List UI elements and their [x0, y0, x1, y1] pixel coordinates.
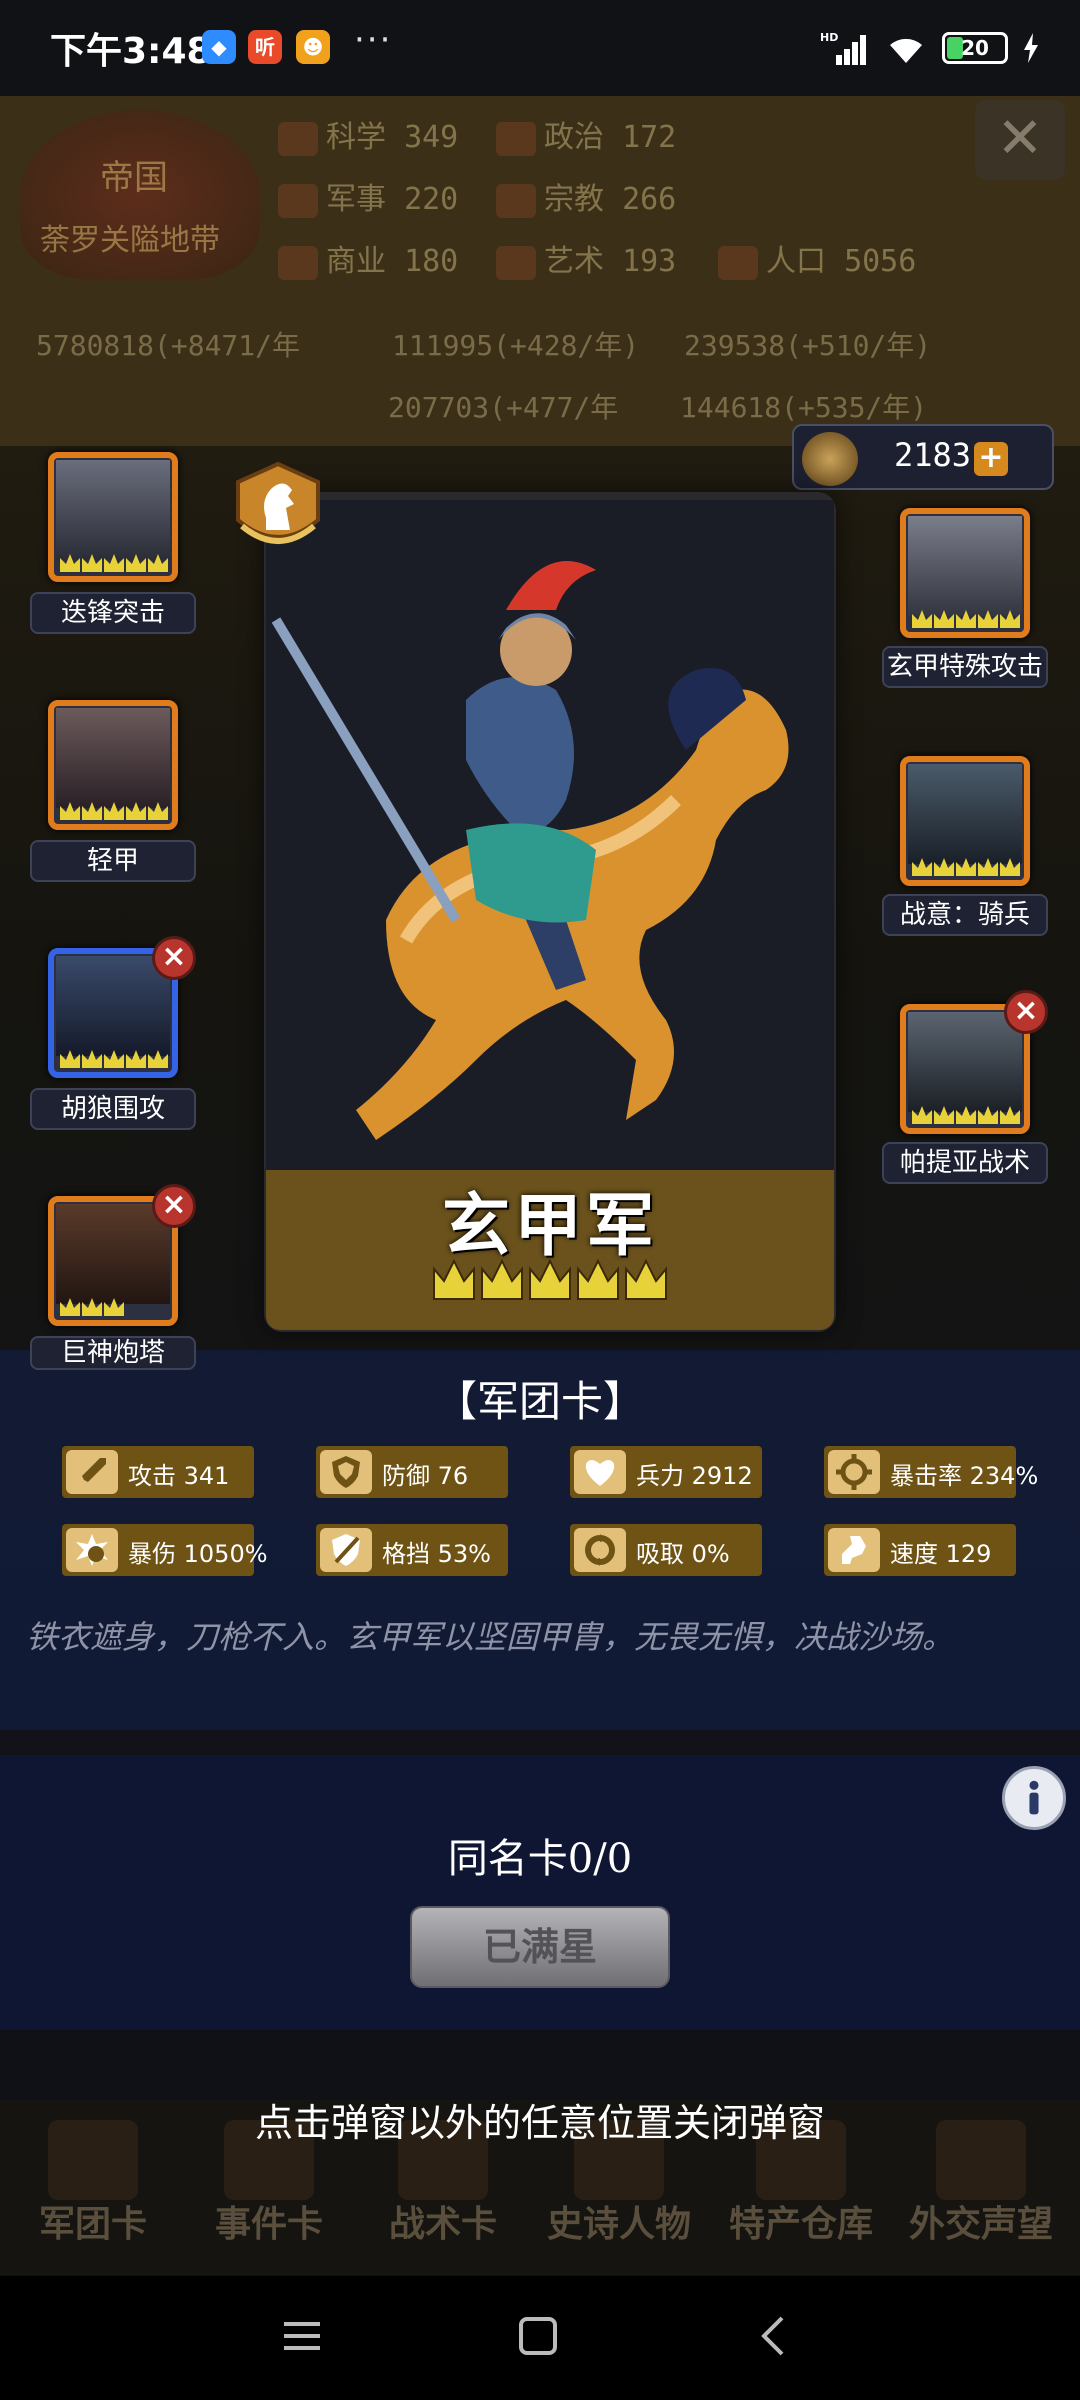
skill-card[interactable] [48, 700, 178, 830]
signal-icon: HD [820, 31, 866, 65]
wifi-icon [890, 38, 922, 63]
card-upgrade-panel [0, 1755, 1080, 2030]
skill-label: 战意：骑兵 [882, 894, 1048, 936]
duplicate-count: 同名卡0/0 [447, 1836, 633, 1882]
skill-card[interactable] [900, 756, 1030, 886]
skill-label: 玄甲特殊攻击 [882, 646, 1048, 688]
star-rating [433, 1258, 667, 1300]
stat-commerce: 商业 180 [278, 236, 458, 280]
info-button[interactable] [1002, 1766, 1066, 1830]
home-icon[interactable] [508, 2306, 568, 2366]
stat-attack: 攻击 341 [62, 1446, 254, 1498]
status-icons: HD 20 [820, 30, 1040, 66]
drain-icon [574, 1528, 626, 1572]
sword-icon [66, 1450, 118, 1494]
stat-crit-rate: 暴击率 234% [824, 1446, 1038, 1498]
resource-gold: 5780818(+8471/年 [36, 329, 301, 362]
skill-label: 迭锋突击 [30, 592, 196, 634]
card-type-label: 【军团卡】 [434, 1377, 645, 1426]
commerce-icon [278, 245, 318, 280]
add-currency-button[interactable]: + [974, 442, 1008, 476]
back-icon[interactable] [744, 2306, 804, 2366]
stat-politics: 政治 172 [496, 112, 676, 156]
stat-drain: 吸取 0% [570, 1524, 762, 1576]
stat-defense: 防御 76 [316, 1446, 508, 1498]
app-icon-blue: ◆ [202, 30, 236, 64]
resource-wood: 207703(+477/年 [388, 391, 619, 424]
svg-text:HD: HD [820, 31, 838, 44]
remove-skill-button[interactable]: × [152, 936, 196, 980]
stat-military: 军事 220 [278, 174, 458, 218]
burst-icon [66, 1528, 118, 1572]
remove-skill-button[interactable]: × [1004, 990, 1048, 1034]
skill-label: 轻甲 [30, 840, 196, 882]
more-notifications-icon: ··· [354, 20, 393, 60]
science-icon [278, 121, 318, 156]
military-icon [278, 183, 318, 218]
resource-iron: 111995(+428/年) [392, 329, 640, 362]
card-artwork [266, 500, 834, 1170]
empire-name: 荼罗关隘地带 [40, 223, 220, 258]
stat-art: 艺术 193 [496, 236, 676, 280]
art-icon [496, 245, 536, 280]
emblem-coin-icon [802, 432, 858, 486]
skill-card[interactable] [48, 452, 178, 582]
knight-rank-icon [236, 461, 320, 544]
app-icon-yellow: ☻ [296, 30, 330, 64]
system-nav-bar [0, 2276, 1080, 2400]
skill-card[interactable] [900, 508, 1030, 638]
status-time: 下午3:48 [50, 31, 212, 72]
resource-weapons: 239538(+510/年) [684, 329, 932, 362]
skill-label: 巨神炮塔 [30, 1336, 196, 1370]
skill-label: 帕提亚战术 [882, 1142, 1048, 1184]
max-star-button[interactable]: 已满星 [410, 1906, 670, 1988]
currency-display: 2183 + [792, 424, 1054, 490]
close-button[interactable]: ✕ [975, 100, 1065, 180]
stat-speed: 速度 129 [824, 1524, 1016, 1576]
cavalry-knight-illustration [266, 500, 834, 1170]
charging-icon [1024, 33, 1038, 63]
religion-icon [496, 183, 536, 218]
currency-amount: 2183 [894, 436, 972, 474]
battery-icon: 20 [942, 32, 1008, 64]
stat-religion: 宗教 266 [496, 174, 676, 218]
stat-crit-damage: 暴伤 1050% [62, 1524, 268, 1576]
shield-icon [320, 1450, 372, 1494]
stat-science: 科学 349 [278, 112, 458, 156]
population-icon [718, 245, 758, 280]
heart-icon [574, 1450, 626, 1494]
block-icon [320, 1528, 372, 1572]
status-bar: 下午3:48 ◆ 听 ☻ ··· HD 20 [0, 0, 1080, 96]
close-hint: 点击弹窗以外的任意位置关闭弹窗 [254, 2101, 825, 2145]
stat-population: 人口 5056 [718, 236, 916, 280]
politics-icon [496, 121, 536, 156]
stat-block: 格挡 53% [316, 1524, 508, 1576]
app-icon-ting: 听 [248, 30, 282, 64]
remove-skill-button[interactable]: × [152, 1184, 196, 1228]
resource-meat: 144618(+535/年) [680, 391, 928, 424]
crosshair-icon [828, 1450, 880, 1494]
menu-icon[interactable] [272, 2306, 332, 2366]
card-description: 铁衣遮身，刀枪不入。玄甲军以坚固甲胄，无畏无惧，决战沙场。 [26, 1618, 955, 1656]
skill-label: 胡狼围攻 [30, 1088, 196, 1130]
empire-title: 帝国 [100, 158, 168, 198]
speed-icon [828, 1528, 880, 1572]
stat-troops: 兵力 2912 [570, 1446, 762, 1498]
